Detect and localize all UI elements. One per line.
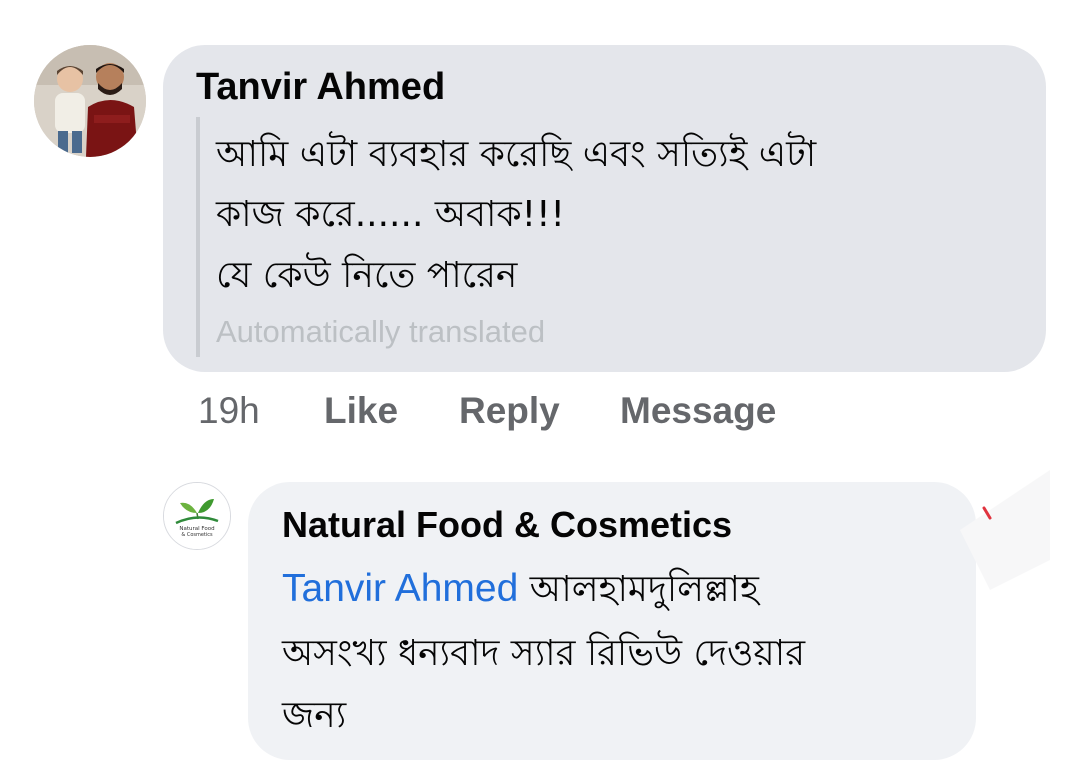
reply-text-line-2: অসংখ্য ধন্যবাদ স্যার রিভিউ দেওয়ার bbox=[282, 633, 805, 674]
author-avatar[interactable] bbox=[34, 45, 146, 157]
profile-photo-icon bbox=[34, 45, 146, 157]
reply-button[interactable]: Reply bbox=[459, 390, 560, 432]
reply-text-line-3: জন্য bbox=[282, 695, 347, 736]
comment-text-line-2: কাজ করে...... অবাক!!! bbox=[216, 194, 565, 235]
leaf-logo-icon: Natural Food & Cosmetics bbox=[164, 483, 230, 549]
comment-text-line-3: যে কেউ নিতে পারেন bbox=[216, 255, 518, 296]
reply-text-line-1: Tanvir Ahmed আলহামদুলিল্লাহ bbox=[282, 569, 759, 608]
comment-author-name[interactable]: Tanvir Ahmed bbox=[196, 66, 445, 109]
translation-quote-bar bbox=[196, 117, 200, 357]
mention-link[interactable]: Tanvir Ahmed bbox=[282, 567, 518, 610]
page-avatar[interactable]: Natural Food & Cosmetics bbox=[163, 482, 231, 550]
message-button[interactable]: Message bbox=[620, 390, 776, 432]
reply-author-name[interactable]: Natural Food & Cosmetics bbox=[282, 504, 732, 546]
reply-text-line-1-content: আলহামদুলিল্লাহ bbox=[529, 569, 759, 610]
like-button[interactable]: Like bbox=[324, 390, 398, 432]
comment-timestamp[interactable]: 19h bbox=[198, 390, 260, 432]
logo-text-line-2: & Cosmetics bbox=[181, 532, 213, 538]
corner-decoration-icon bbox=[960, 470, 1050, 590]
comment-text-line-1: আমি এটা ব্যবহার করেছি এবং সত্যিই এটা bbox=[216, 134, 817, 175]
auto-translated-label[interactable]: Automatically translated bbox=[216, 314, 545, 350]
